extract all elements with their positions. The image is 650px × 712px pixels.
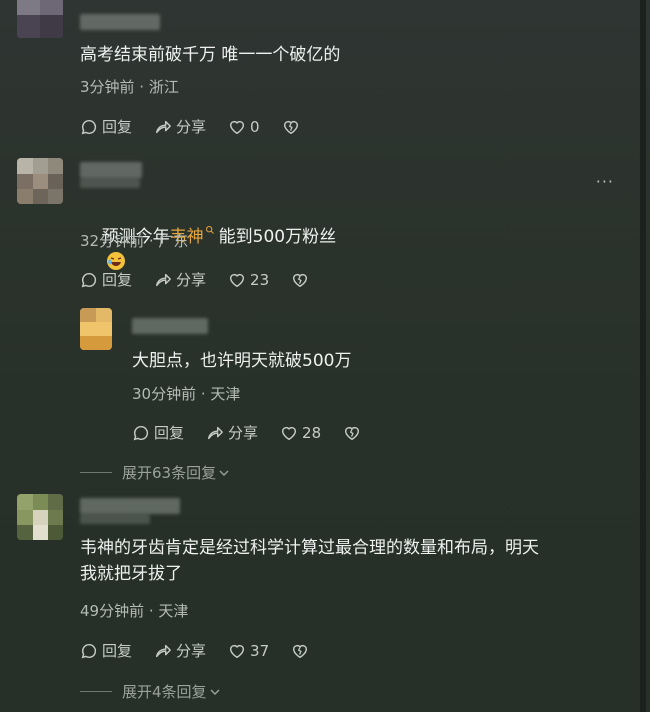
broken-heart-icon	[283, 120, 298, 134]
reply-label: 回复	[102, 642, 133, 660]
comment-actions: 回复 分享 0	[80, 116, 326, 137]
like-button[interactable]: 28	[280, 424, 321, 442]
username-blurred[interactable]	[80, 498, 180, 514]
share-button[interactable]: 分享	[154, 269, 206, 290]
reply-label: 回复	[102, 271, 133, 289]
heart-icon	[230, 120, 245, 134]
speech-bubble-icon	[81, 119, 97, 134]
comment-meta: 3分钟前 · 浙江	[80, 78, 179, 96]
heart-icon	[230, 644, 245, 658]
dislike-button[interactable]	[291, 642, 313, 660]
username-blurred-extra	[80, 514, 150, 524]
comment-text: 大胆点，也许明天就破500万	[132, 351, 352, 371]
heart-icon	[230, 273, 245, 287]
comment-meta: 49分钟前 · 天津	[80, 602, 189, 620]
more-options-icon[interactable]: ···	[596, 172, 614, 191]
username-blurred-extra	[80, 178, 140, 188]
comment-actions: 回复 分享 23	[80, 269, 335, 290]
reply-button[interactable]: 回复	[80, 116, 132, 137]
search-icon[interactable]	[205, 224, 215, 236]
divider-line	[80, 472, 112, 473]
like-count: 0	[250, 117, 260, 136]
share-label: 分享	[176, 271, 207, 289]
reply-label: 回复	[102, 118, 133, 136]
comment-text: 韦神的牙齿肯定是经过科学计算过最合理的数量和布局，明天 我就把牙拔了	[80, 538, 539, 584]
share-arrow-icon	[155, 120, 171, 133]
laughing-emoji-icon	[106, 252, 125, 270]
dislike-button[interactable]	[291, 271, 313, 289]
divider-line	[80, 691, 112, 692]
like-button[interactable]: 37	[228, 642, 269, 660]
username-blurred[interactable]	[80, 162, 142, 178]
username-blurred[interactable]	[132, 318, 208, 334]
expand-replies-button[interactable]: 展开4条回复	[80, 681, 221, 702]
speech-bubble-icon	[133, 425, 149, 440]
reply-button[interactable]: 回复	[80, 640, 132, 661]
username-blurred[interactable]	[80, 14, 160, 30]
dislike-button[interactable]	[282, 118, 304, 136]
reply-button[interactable]: 回复	[132, 422, 184, 443]
comment-text-after: 能到500万粉丝	[218, 227, 337, 247]
reply-button[interactable]: 回复	[80, 269, 132, 290]
comment-actions: 回复 分享 28	[132, 422, 387, 443]
share-arrow-icon	[155, 273, 171, 286]
broken-heart-icon	[345, 426, 360, 440]
expand-replies-label: 展开63条回复	[122, 464, 217, 482]
comment-actions: 回复 分享 37	[80, 640, 335, 661]
avatar[interactable]	[17, 0, 63, 38]
comment-text: 高考结束前破千万 唯一一个破亿的	[80, 45, 341, 65]
share-label: 分享	[228, 424, 259, 442]
scrollbar[interactable]	[640, 0, 646, 712]
dislike-button[interactable]	[343, 424, 365, 442]
like-count: 37	[250, 641, 270, 660]
comment-meta: 32分钟前 · 广东	[80, 232, 189, 250]
like-count: 23	[250, 270, 270, 289]
expand-replies-button[interactable]: 展开63条回复	[80, 462, 230, 483]
share-button[interactable]: 分享	[154, 116, 206, 137]
share-button[interactable]: 分享	[206, 422, 258, 443]
chevron-down-icon	[210, 689, 220, 695]
broken-heart-icon	[293, 644, 308, 658]
share-label: 分享	[176, 118, 207, 136]
speech-bubble-icon	[81, 643, 97, 658]
like-button[interactable]: 23	[228, 271, 269, 289]
expand-replies-label: 展开4条回复	[122, 683, 207, 701]
chevron-down-icon	[219, 470, 229, 476]
reply-label: 回复	[154, 424, 185, 442]
avatar[interactable]	[17, 494, 63, 540]
share-button[interactable]: 分享	[154, 640, 206, 661]
share-arrow-icon	[155, 644, 171, 657]
speech-bubble-icon	[81, 272, 97, 287]
heart-icon	[282, 426, 297, 440]
avatar[interactable]	[17, 158, 63, 204]
share-arrow-icon	[207, 426, 223, 439]
avatar[interactable]	[80, 308, 112, 350]
broken-heart-icon	[293, 273, 308, 287]
like-count: 28	[302, 423, 322, 442]
like-button[interactable]: 0	[228, 118, 260, 136]
share-label: 分享	[176, 642, 207, 660]
comment-meta: 30分钟前 · 天津	[132, 385, 241, 403]
